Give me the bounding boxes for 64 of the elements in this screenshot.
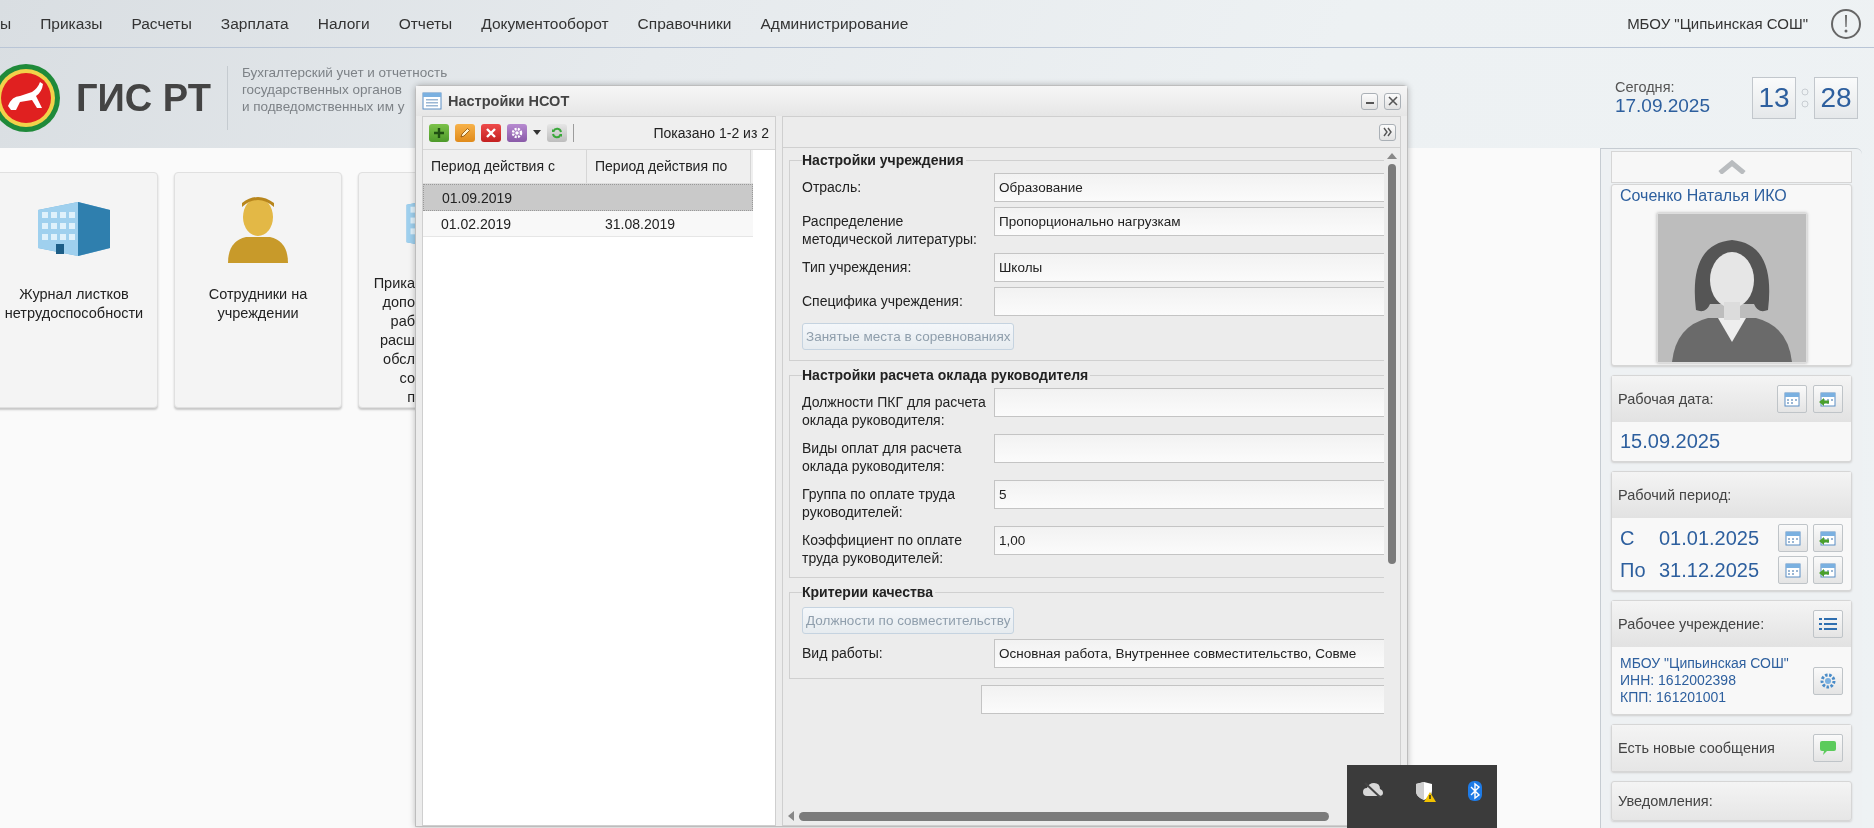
brand-subtitle: государственных органов bbox=[241, 81, 402, 98]
work-period-label: Рабочий период: bbox=[1618, 487, 1733, 503]
field-label: Виды оплат для расчета оклада руководителя: bbox=[802, 439, 963, 475]
column-header[interactable]: Период действия с bbox=[423, 150, 587, 183]
table-cell-text: 01.09.2019 bbox=[441, 189, 514, 206]
table-cell-text: 31.08.2019 bbox=[604, 215, 677, 232]
tile-label: Журнал листков нетрудоспособности bbox=[4, 285, 144, 323]
menu-item[interactable]: Налоги bbox=[317, 14, 370, 33]
field-label: Отрасль: bbox=[802, 178, 863, 196]
work-date: 15.09.2025 bbox=[1620, 430, 1721, 452]
input-field[interactable]: Школы bbox=[994, 253, 1384, 282]
section-title: Критерии качества bbox=[802, 584, 936, 600]
tile[interactable]: Журнал листков нетрудоспособности bbox=[0, 172, 158, 408]
institution-label: Рабочее учреждение: bbox=[1618, 616, 1766, 632]
clock-minutes: 28 bbox=[1814, 77, 1858, 119]
institution-info: КПП: 161201001 bbox=[1620, 689, 1728, 706]
menu-item[interactable]: Приказы bbox=[40, 14, 103, 33]
institution-info: МБОУ "Ципьинская СОШ" bbox=[1620, 655, 1790, 672]
menu-item[interactable]: Расчеты bbox=[131, 14, 192, 33]
menu-item[interactable]: Зарплата bbox=[220, 14, 289, 33]
menu-item[interactable]: Документооборот bbox=[481, 14, 609, 33]
brand-title: ГИС РТ bbox=[76, 66, 228, 130]
table-row[interactable]: 01.09.2019 bbox=[423, 184, 753, 211]
period-to: 31.12.2025 bbox=[1659, 558, 1761, 582]
messages-label: Есть новые сообщения bbox=[1618, 740, 1776, 756]
today-date: 17.09.2025 bbox=[1614, 95, 1710, 117]
institution-info: ИНН: 1612002398 bbox=[1620, 672, 1737, 689]
brand-subtitle: Бухгалтерский учет и отчетность bbox=[241, 64, 448, 81]
input-field[interactable]: 1,00 bbox=[994, 526, 1384, 555]
period-from-label: С bbox=[1620, 526, 1636, 550]
menu-item[interactable]: Справочники bbox=[637, 14, 732, 33]
organization-name: МБОУ "Ципьинская СОШ" bbox=[1627, 15, 1808, 32]
record-count: Показано 1-2 из 2 bbox=[653, 125, 769, 141]
section-title: Настройки учреждения bbox=[802, 152, 966, 168]
input-field[interactable]: Образование bbox=[994, 173, 1384, 202]
field-label: Группа по оплате труда руководителей: bbox=[802, 485, 956, 521]
input-field[interactable]: Пропорционально нагрузкам bbox=[994, 207, 1384, 236]
brand-subtitle: и подведомственных им у bbox=[241, 98, 405, 115]
table-row[interactable]: 01.02.2019 31.08.2019 bbox=[423, 211, 753, 237]
field-label: Специфика учреждения: bbox=[802, 292, 964, 310]
field-label: Распределение методической литературы: bbox=[802, 212, 978, 248]
column-header[interactable]: Период действия по bbox=[587, 150, 751, 183]
tile[interactable]: Сотрудники на учреждении bbox=[174, 172, 342, 408]
clock-hours: 13 bbox=[1752, 77, 1796, 119]
field-label: Тип учреждения: bbox=[802, 258, 913, 276]
today-label: Сегодня: bbox=[1614, 79, 1676, 95]
tile-label: Прика допо раб расш обсл со п bbox=[372, 274, 415, 407]
menu-item[interactable]: Отчеты bbox=[398, 14, 453, 33]
period-to-label: По bbox=[1620, 558, 1647, 582]
user-name: Соченко Наталья ИКО bbox=[1620, 187, 1787, 205]
dialog-title: Настройки НСОТ bbox=[448, 93, 570, 109]
menu-item[interactable]: Администрирование bbox=[760, 14, 909, 33]
period-from: 01.01.2025 bbox=[1659, 526, 1761, 550]
work-date-label: Рабочая дата: bbox=[1618, 391, 1715, 407]
menu-item[interactable]: ы bbox=[0, 14, 12, 33]
notifications-label: Уведомления: bbox=[1618, 793, 1713, 809]
field-label: Вид работы: bbox=[802, 644, 884, 662]
input-field[interactable]: 5 bbox=[994, 480, 1384, 509]
tile-label: Сотрудники на учреждении bbox=[208, 285, 308, 323]
input-field[interactable]: Основная работа, Внутреннее совместительство, Совме bbox=[994, 639, 1384, 668]
field-label: Коэффициент по оплате труда руководителей: bbox=[802, 531, 963, 567]
table-cell-text: 01.02.2019 bbox=[440, 215, 513, 232]
section-title: Настройки расчета оклада руководителя bbox=[802, 367, 1091, 383]
field-label: Должности ПКГ для расчета оклада руководителя: bbox=[802, 393, 987, 429]
